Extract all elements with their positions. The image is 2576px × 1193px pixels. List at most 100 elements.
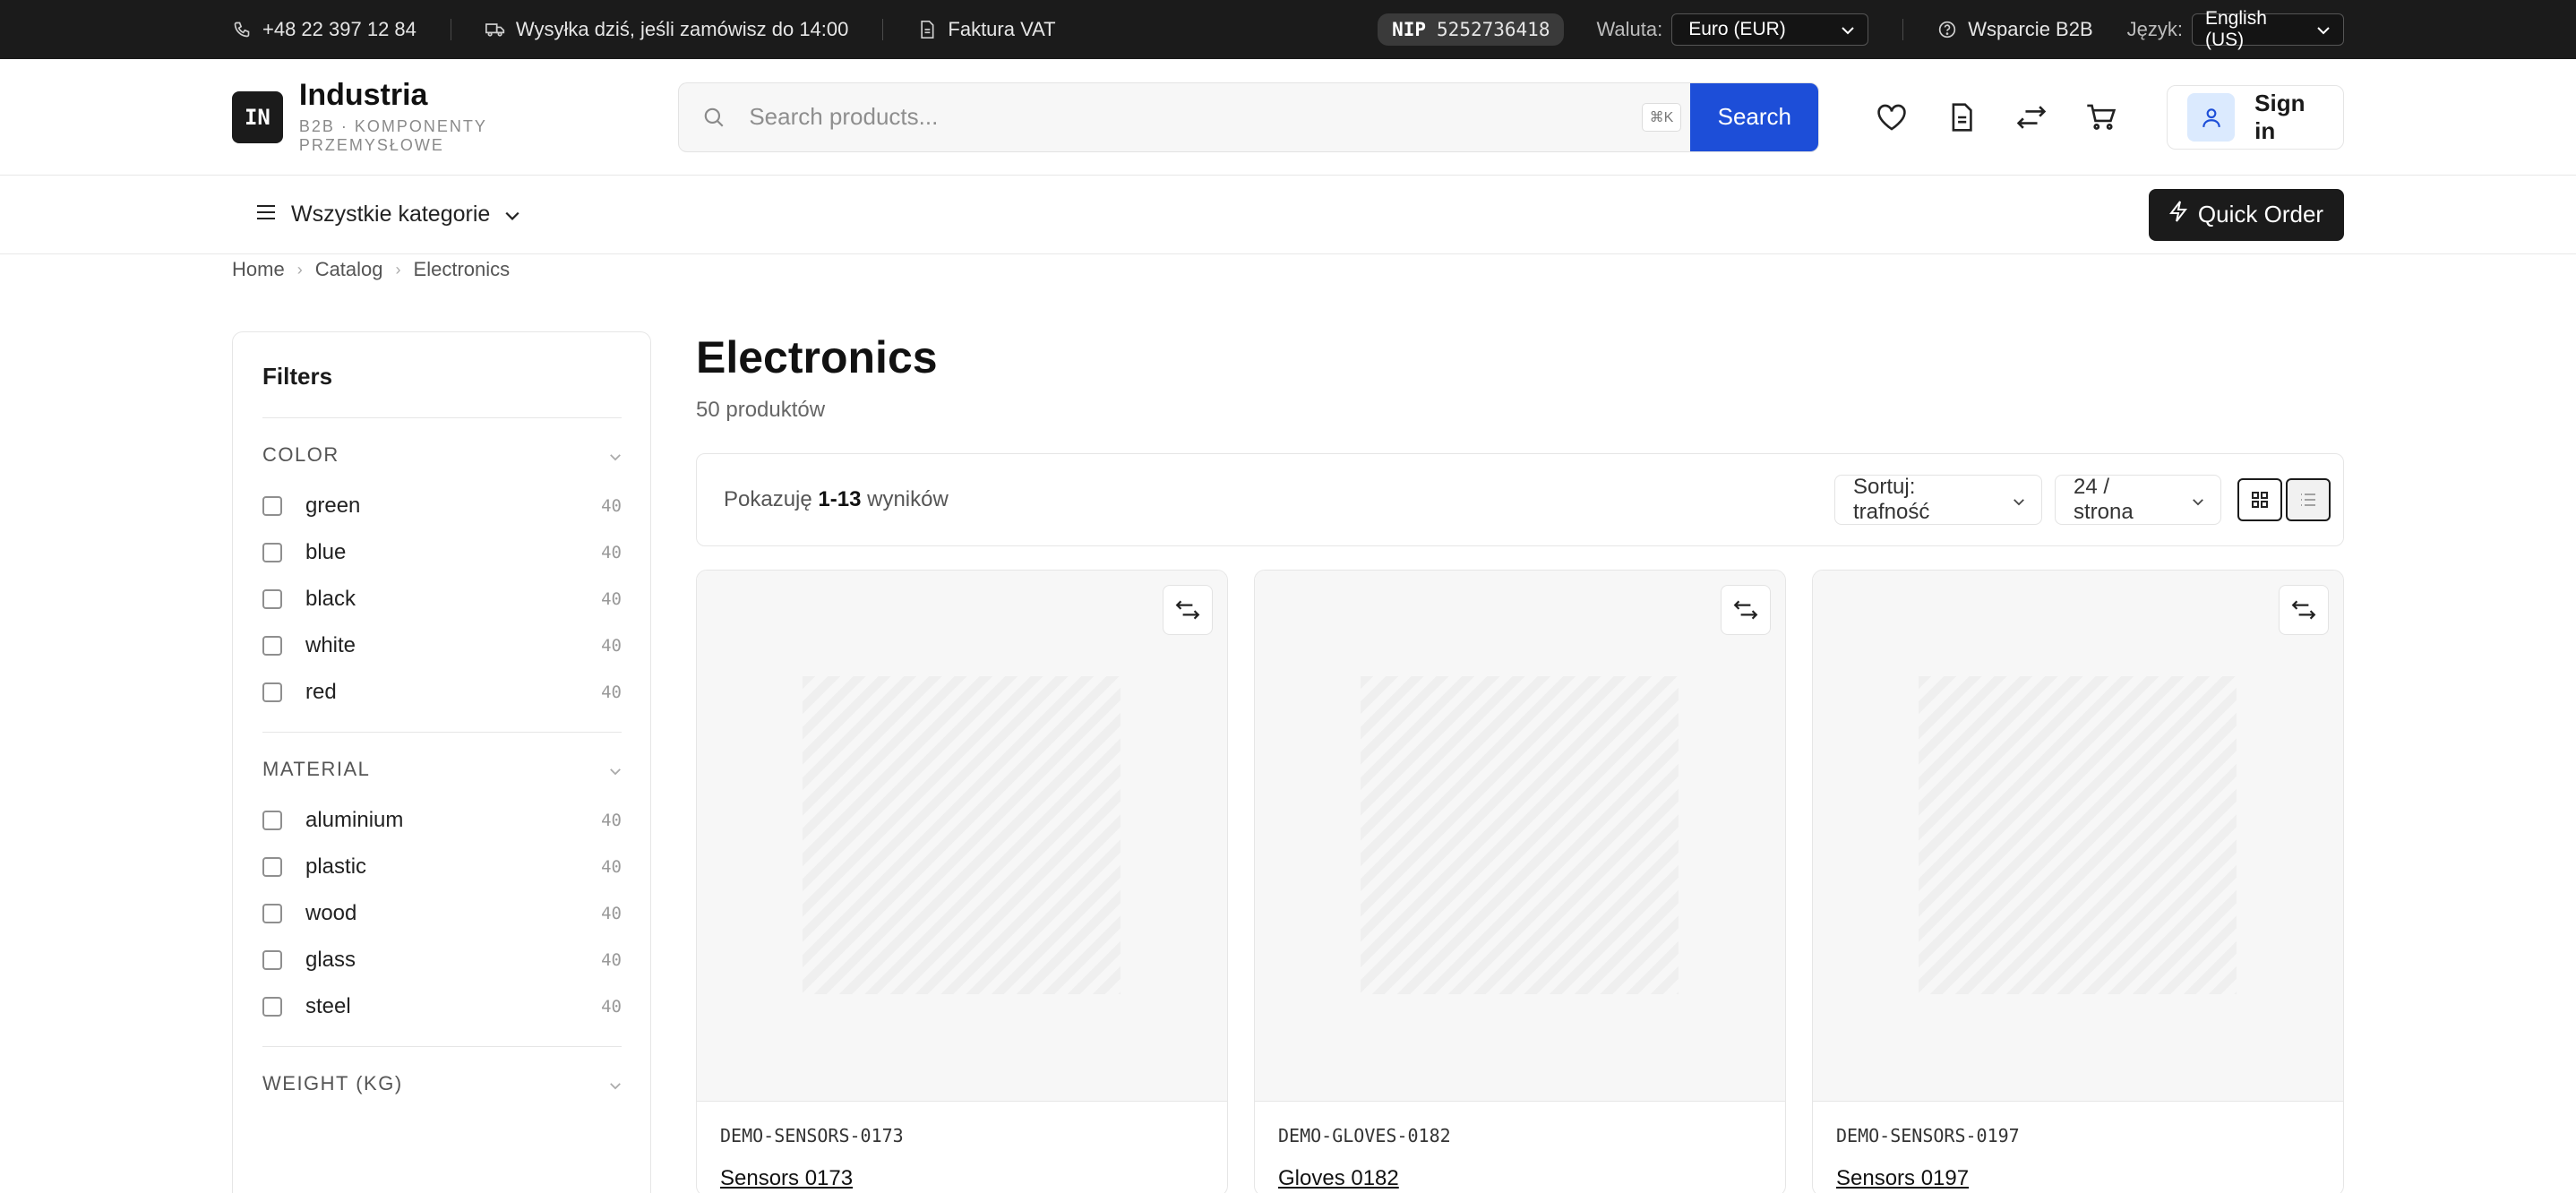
results-summary: Pokazuję 1-13 wyników: [724, 487, 949, 512]
grid-view-icon[interactable]: [2237, 478, 2282, 521]
product-image[interactable]: [697, 571, 1227, 1102]
filter-option-count: 40: [601, 904, 622, 923]
filter-group-header[interactable]: COLOR: [262, 443, 622, 467]
product-card[interactable]: DEMO-SENSORS-0197 Sensors 0197: [1812, 570, 2344, 1193]
quick-order-button[interactable]: Quick Order: [2149, 188, 2344, 241]
language-select[interactable]: English (US): [2192, 8, 2344, 50]
product-name[interactable]: Sensors 0173: [720, 1166, 1204, 1191]
sign-in-label: Sign in: [2254, 89, 2306, 144]
user-icon: [2187, 92, 2236, 142]
checkbox[interactable]: [262, 904, 282, 923]
search-button[interactable]: Search: [1690, 82, 1819, 151]
product-name[interactable]: Sensors 0197: [1836, 1166, 2320, 1191]
language-label: Język:: [2126, 18, 2183, 40]
checkbox[interactable]: [262, 811, 282, 830]
filter-option-count: 40: [601, 997, 622, 1017]
sign-in-button[interactable]: Sign in: [2167, 84, 2344, 150]
filter-option[interactable]: glass 40: [262, 937, 622, 983]
filter-option[interactable]: white 40: [262, 622, 622, 669]
phone-number: +48 22 397 12 84: [262, 18, 416, 40]
invoice-info: Faktura VAT: [917, 18, 1056, 41]
filter-group-color: COLOR green 40 blue 40 black 40 white 40 red…: [262, 418, 622, 733]
chevron-down-icon: [609, 758, 622, 781]
support-link[interactable]: Wsparcie B2B: [1937, 18, 2093, 41]
site-header: IN Industria B2B · KOMPONENTY PRZEMYSŁOW…: [0, 59, 2576, 176]
compare-arrows-icon[interactable]: [2279, 585, 2329, 635]
product-card[interactable]: DEMO-SENSORS-0173 Sensors 0173: [696, 570, 1228, 1193]
currency-value: Euro (EUR): [1688, 19, 1786, 39]
logo-mark: IN: [232, 90, 283, 143]
sort-select[interactable]: Sortuj: trafność: [1834, 475, 2042, 525]
compare-arrows-icon[interactable]: [1163, 585, 1213, 635]
filter-option[interactable]: black 40: [262, 576, 622, 622]
product-card[interactable]: DEMO-GLOVES-0182 Gloves 0182: [1254, 570, 1786, 1193]
product-image[interactable]: [1255, 571, 1785, 1102]
filter-option[interactable]: green 40: [262, 483, 622, 529]
breadcrumb-catalog[interactable]: Catalog: [315, 258, 383, 281]
document-list-icon[interactable]: [1945, 100, 1979, 134]
filter-group-header[interactable]: MATERIAL: [262, 758, 622, 781]
sort-value: Sortuj: trafność: [1853, 475, 1930, 524]
per-page-select[interactable]: 24 / strona: [2055, 475, 2221, 525]
checkbox[interactable]: [262, 636, 282, 656]
checkbox[interactable]: [262, 682, 282, 702]
filter-option-label: blue: [305, 540, 347, 564]
search-input[interactable]: [749, 103, 1642, 131]
image-placeholder: [803, 676, 1121, 994]
truck-icon: [485, 20, 505, 39]
filter-option-label: plastic: [305, 854, 367, 879]
checkbox[interactable]: [262, 997, 282, 1017]
filter-option-label: aluminium: [305, 808, 404, 832]
menu-icon: [255, 202, 277, 227]
compare-arrows-icon[interactable]: [1721, 585, 1771, 635]
product-image[interactable]: [1813, 571, 2343, 1102]
logo[interactable]: IN Industria B2B · KOMPONENTY PRZEMYSŁOW…: [232, 80, 631, 155]
quick-order-label: Quick Order: [2197, 201, 2324, 227]
checkbox[interactable]: [262, 857, 282, 877]
results-suffix: wyników: [867, 487, 949, 511]
filter-option-label: white: [305, 633, 356, 657]
product-name[interactable]: Gloves 0182: [1278, 1166, 1762, 1191]
divider: [882, 19, 884, 40]
filter-option-label: glass: [305, 948, 356, 972]
checkbox[interactable]: [262, 950, 282, 970]
compare-arrows-icon[interactable]: [2014, 100, 2048, 134]
filters-sidebar: Filters COLOR green 40 blue 40 black 40 whi…: [232, 331, 651, 1193]
heart-icon[interactable]: [1875, 100, 1909, 134]
breadcrumb-home[interactable]: Home: [232, 258, 285, 281]
product-sku: DEMO-SENSORS-0197: [1836, 1125, 2020, 1146]
phone-contact[interactable]: +48 22 397 12 84: [232, 18, 416, 41]
filter-option-count: 40: [601, 682, 622, 702]
document-icon: [917, 20, 937, 39]
currency-select[interactable]: Euro (EUR): [1671, 13, 1869, 46]
filter-option[interactable]: steel 40: [262, 983, 622, 1030]
logo-name: Industria: [298, 77, 428, 112]
chevron-down-icon: [609, 443, 622, 467]
breadcrumb: Home › Catalog › Electronics: [0, 254, 2576, 285]
filter-option-count: 40: [601, 636, 622, 656]
all-categories-button[interactable]: Wszystkie kategorie: [255, 202, 520, 227]
filter-option[interactable]: aluminium 40: [262, 797, 622, 844]
list-view-icon[interactable]: [2286, 478, 2331, 521]
nip-badge: NIP 5252736418: [1378, 13, 1565, 46]
results-toolbar: Pokazuję 1-13 wyników Sortuj: trafność 2…: [696, 453, 2344, 546]
product-count: 50 produktów: [696, 398, 826, 422]
page-title: Electronics: [696, 332, 938, 382]
filter-group-header[interactable]: WEIGHT (KG): [262, 1072, 622, 1095]
checkbox[interactable]: [262, 496, 282, 516]
breadcrumb-current: Electronics: [413, 258, 511, 280]
phone-icon: [232, 20, 252, 39]
filter-option[interactable]: blue 40: [262, 529, 622, 576]
chevron-down-icon: [2192, 487, 2204, 512]
checkbox[interactable]: [262, 543, 282, 562]
filter-option[interactable]: plastic 40: [262, 844, 622, 890]
image-placeholder: [1919, 676, 2237, 994]
filter-option[interactable]: wood 40: [262, 890, 622, 937]
filter-option-label: green: [305, 494, 361, 518]
cart-icon[interactable]: [2084, 100, 2118, 134]
checkbox[interactable]: [262, 589, 282, 609]
filter-group-material: MATERIAL aluminium 40 plastic 40 wood 40 gl…: [262, 733, 622, 1047]
chevron-down-icon: [609, 1072, 622, 1095]
filter-option-count: 40: [601, 857, 622, 877]
filter-option[interactable]: red 40: [262, 669, 622, 716]
